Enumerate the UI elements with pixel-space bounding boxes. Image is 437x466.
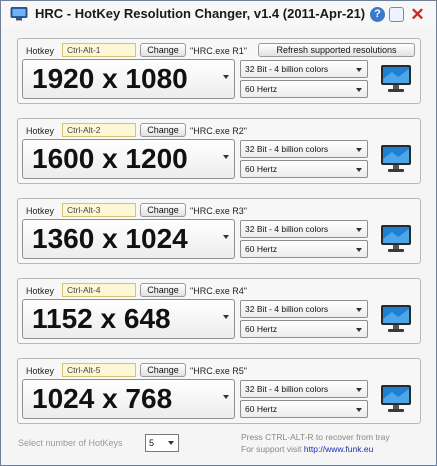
chevron-down-icon [356,148,362,152]
apply-monitor-icon[interactable] [380,384,412,414]
app-window: HRC - HotKey Resolution Changer, v1.4 (2… [0,0,437,466]
apply-monitor-icon[interactable] [380,64,412,94]
chevron-down-icon [356,228,362,232]
chevron-down-icon [356,248,362,252]
resolution-dropdown[interactable]: 1024 x 768 [22,379,235,419]
recover-hint: Press CTRL-ALT-R to recover from tray [241,432,390,442]
hotkey-label: Hotkey [26,126,55,136]
refresh-rate-dropdown[interactable]: 60 Hertz [240,320,368,338]
chevron-down-icon [356,388,362,392]
chevron-down-icon [168,441,174,445]
refresh-rate-value: 60 Hertz [245,404,278,414]
chevron-down-icon [356,168,362,172]
change-hotkey-button[interactable]: Change [140,283,186,297]
resolution-value: 1152 x 648 [32,303,171,334]
hotkey-field[interactable]: Ctrl-Alt-5 [62,363,136,377]
chevron-down-icon [223,75,229,79]
chevron-down-icon [356,88,362,92]
hotkey-count-value: 5 [149,438,155,448]
chevron-down-icon [356,308,362,312]
color-depth-value: 32 Bit - 4 billion colors [245,64,329,74]
refresh-rate-dropdown[interactable]: 60 Hertz [240,160,368,178]
hotkey-label: Hotkey [26,286,55,296]
exe-command-text: "HRC.exe R3" [190,206,247,216]
resolution-value: 1600 x 1200 [32,143,188,174]
hotkey-count-label: Select number of HotKeys [18,438,123,448]
monitor-app-icon [10,7,28,21]
exe-command-text: "HRC.exe R4" [190,286,247,296]
refresh-resolutions-button[interactable]: Refresh supported resolutions [258,43,415,57]
chevron-down-icon [356,408,362,412]
exe-command-text: "HRC.exe R2" [190,126,247,136]
support-link[interactable]: http://www.funk.eu [304,444,373,454]
profile-panel-2: Hotkey Ctrl-Alt-2 Change "HRC.exe R2" 16… [17,118,421,184]
profile-panel-4: Hotkey Ctrl-Alt-4 Change "HRC.exe R4" 11… [17,278,421,344]
color-depth-value: 32 Bit - 4 billion colors [245,224,329,234]
resolution-value: 1360 x 1024 [32,223,188,254]
color-depth-value: 32 Bit - 4 billion colors [245,144,329,154]
color-depth-dropdown[interactable]: 32 Bit - 4 billion colors [240,300,368,318]
title-bar: HRC - HotKey Resolution Changer, v1.4 (2… [1,1,436,27]
hotkey-field[interactable]: Ctrl-Alt-4 [62,283,136,297]
refresh-rate-value: 60 Hertz [245,164,278,174]
resolution-dropdown[interactable]: 1360 x 1024 [22,219,235,259]
hotkey-field[interactable]: Ctrl-Alt-3 [62,203,136,217]
refresh-rate-value: 60 Hertz [245,244,278,254]
hotkey-label: Hotkey [26,366,55,376]
hotkey-field[interactable]: Ctrl-Alt-1 [62,43,136,57]
change-hotkey-button[interactable]: Change [140,363,186,377]
resolution-dropdown[interactable]: 1152 x 648 [22,299,235,339]
hotkey-field[interactable]: Ctrl-Alt-2 [62,123,136,137]
refresh-rate-value: 60 Hertz [245,324,278,334]
hotkey-count-select[interactable]: 5 [145,434,179,452]
refresh-rate-value: 60 Hertz [245,84,278,94]
color-depth-dropdown[interactable]: 32 Bit - 4 billion colors [240,140,368,158]
resolution-value: 1024 x 768 [32,383,173,414]
resolution-value: 1920 x 1080 [32,63,188,94]
support-text: For support visit [241,444,302,454]
refresh-rate-dropdown[interactable]: 60 Hertz [240,240,368,258]
help-icon[interactable]: ? [370,7,385,22]
apply-monitor-icon[interactable] [380,304,412,334]
profile-panel-3: Hotkey Ctrl-Alt-3 Change "HRC.exe R3" 13… [17,198,421,264]
exe-command-text: "HRC.exe R1" [190,46,247,56]
window-title: HRC - HotKey Resolution Changer, v1.4 (2… [35,6,366,21]
change-hotkey-button[interactable]: Change [140,123,186,137]
chevron-down-icon [223,315,229,319]
color-depth-dropdown[interactable]: 32 Bit - 4 billion colors [240,60,368,78]
refresh-rate-dropdown[interactable]: 60 Hertz [240,400,368,418]
apply-monitor-icon[interactable] [380,224,412,254]
exe-command-text: "HRC.exe R5" [190,366,247,376]
color-depth-dropdown[interactable]: 32 Bit - 4 billion colors [240,380,368,398]
color-depth-value: 32 Bit - 4 billion colors [245,304,329,314]
profile-panel-1: Hotkey Ctrl-Alt-1 Change "HRC.exe R1" Re… [17,38,421,104]
close-icon[interactable]: ✕ [410,6,425,23]
chevron-down-icon [223,395,229,399]
color-depth-dropdown[interactable]: 32 Bit - 4 billion colors [240,220,368,238]
minimize-to-tray-icon[interactable] [389,7,404,22]
chevron-down-icon [356,68,362,72]
color-depth-value: 32 Bit - 4 billion colors [245,384,329,394]
resolution-dropdown[interactable]: 1920 x 1080 [22,59,235,99]
hotkey-label: Hotkey [26,46,55,56]
apply-monitor-icon[interactable] [380,144,412,174]
change-hotkey-button[interactable]: Change [140,203,186,217]
chevron-down-icon [223,235,229,239]
chevron-down-icon [223,155,229,159]
change-hotkey-button[interactable]: Change [140,43,186,57]
resolution-dropdown[interactable]: 1600 x 1200 [22,139,235,179]
refresh-rate-dropdown[interactable]: 60 Hertz [240,80,368,98]
profile-panel-5: Hotkey Ctrl-Alt-5 Change "HRC.exe R5" 10… [17,358,421,424]
support-line: For support visit http://www.funk.eu [241,444,373,454]
hotkey-label: Hotkey [26,206,55,216]
chevron-down-icon [356,328,362,332]
